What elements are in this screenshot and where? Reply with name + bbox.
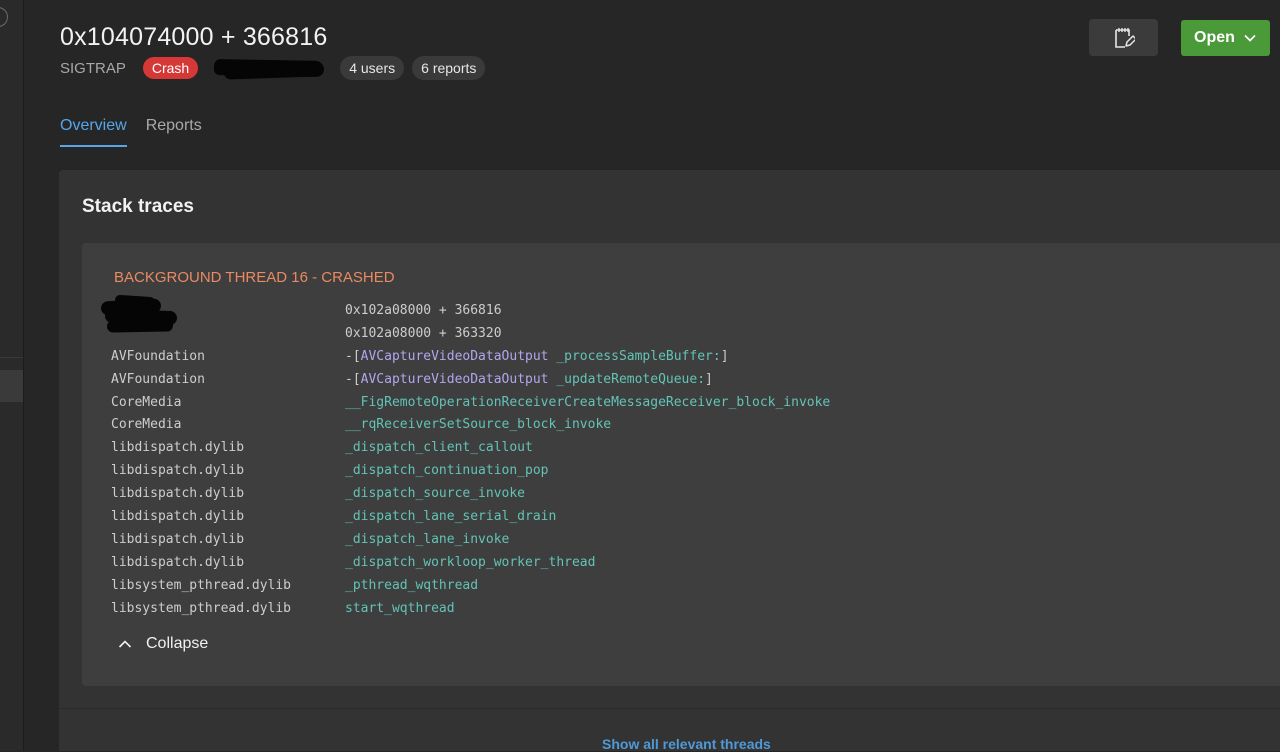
frame-symbol: 0x102a08000 + 366816 [345, 300, 502, 323]
tab-overview[interactable]: Overview [60, 117, 127, 147]
frame-symbol-part: _dispatch_lane_serial_drain [345, 509, 557, 525]
page-title: 0x104074000 + 366816 [60, 23, 328, 51]
frame-symbol: start_wqthread [345, 598, 455, 621]
frame-symbol-part: _dispatch_source_invoke [345, 486, 526, 502]
frame-symbol: __rqReceiverSetSource_block_invoke [345, 414, 611, 437]
frame-symbol: _dispatch_source_invoke [345, 483, 525, 506]
sidebar-divider [0, 357, 23, 358]
tab-reports[interactable]: Reports [146, 117, 202, 147]
collapse-label: Collapse [146, 635, 209, 652]
frame-symbol: _dispatch_continuation_pop [345, 460, 549, 483]
add-note-button[interactable] [1089, 19, 1158, 56]
notepad-edit-icon [1114, 27, 1135, 48]
frame-symbol-part: ] [705, 371, 713, 387]
frame-library: libdispatch.dylib [111, 486, 245, 502]
frame-library: libsystem_pthread.dylib [111, 600, 292, 616]
panel-divider [59, 708, 1280, 709]
frame-symbol: _dispatch_client_callout [345, 437, 533, 460]
redacted-label [212, 56, 326, 80]
frame-symbol: _pthread_wqthread [345, 575, 478, 598]
frame-symbol-part: -[ [345, 371, 361, 387]
frame-library: CoreMedia [111, 394, 182, 410]
frame-symbol-part: AVCaptureVideoDataOutput [360, 348, 549, 364]
frame-library: libdispatch.dylib [111, 531, 245, 547]
frame-symbol: -[AVCaptureVideoDataOutput _updateRemote… [345, 369, 713, 392]
users-count-badge: 4 users [340, 56, 405, 80]
open-button-label: Open [1194, 29, 1235, 46]
redacted-library-name [100, 294, 181, 334]
frame-symbol-part: ] [720, 348, 729, 364]
show-all-threads-link[interactable]: Show all relevant threads [602, 736, 771, 752]
sidebar-selected-item[interactable] [0, 370, 23, 402]
issue-meta-row: SIGTRAP Crash 4 users 6 reports [60, 56, 493, 80]
stack-traces-panel: Stack traces BACKGROUND THREAD 16 - CRAS… [59, 170, 1280, 752]
frame-symbol-part: _dispatch_continuation_pop [345, 463, 549, 479]
frame-library: libdispatch.dylib [111, 554, 245, 570]
frame-library: AVFoundation [111, 371, 205, 387]
chevron-down-icon [1244, 34, 1256, 42]
stack-traces-heading: Stack traces [82, 196, 194, 217]
frame-symbol: _dispatch_lane_invoke [345, 529, 509, 552]
frame-symbol: _dispatch_workloop_worker_thread [345, 552, 595, 575]
frame-symbol: 0x102a08000 + 363320 [345, 323, 502, 346]
frame-symbol-part: -[ [345, 348, 361, 364]
frame-symbol-part: _updateRemoteQueue: [548, 371, 706, 387]
frame-symbol-part: _dispatch_workloop_worker_thread [345, 554, 596, 570]
frame-symbol-part: _processSampleBuffer: [548, 348, 721, 364]
frame-symbol-part: _dispatch_lane_invoke [345, 531, 510, 547]
thread-title: BACKGROUND THREAD 16 - CRASHED [114, 269, 395, 286]
signal-label: SIGTRAP [60, 59, 126, 77]
tab-bar: Overview Reports [60, 117, 221, 147]
reports-count-badge: 6 reports [412, 56, 486, 80]
frame-symbol-part: 0x102a08000 + 363320 [345, 325, 502, 341]
frame-library: AVFoundation [111, 348, 205, 364]
frame-library: libsystem_pthread.dylib [111, 577, 292, 593]
frame-symbol: _dispatch_lane_serial_drain [345, 506, 556, 529]
frame-symbol-part: AVCaptureVideoDataOutput [360, 371, 549, 387]
frame-library: libdispatch.dylib [111, 440, 245, 456]
frame-symbol-part: __rqReceiverSetSource_block_invoke [345, 417, 612, 433]
frame-symbol-part: start_wqthread [345, 600, 455, 616]
frame-library: libdispatch.dylib [111, 463, 245, 479]
frame-library: libdispatch.dylib [111, 509, 245, 525]
frame-symbol: -[AVCaptureVideoDataOutput _processSampl… [345, 346, 729, 369]
frame-symbol: __FigRemoteOperationReceiverCreateMessag… [345, 392, 830, 415]
open-button[interactable]: Open [1181, 20, 1270, 56]
frame-library: CoreMedia [111, 417, 182, 433]
crash-badge: Crash [142, 57, 199, 79]
sidebar-toggle-icon[interactable] [0, 7, 8, 27]
thread-trace-card: BACKGROUND THREAD 16 - CRASHED 0x102a080… [82, 243, 1280, 686]
chevron-up-icon [118, 640, 132, 648]
frame-symbol-part: __FigRemoteOperationReceiverCreateMessag… [345, 394, 831, 410]
frame-symbol-part: _pthread_wqthread [345, 577, 479, 593]
frame-symbol-part: 0x102a08000 + 366816 [345, 303, 502, 318]
frame-symbol-part: _dispatch_client_callout [345, 440, 533, 456]
left-sidebar-rail [0, 0, 24, 751]
collapse-button[interactable]: Collapse [118, 635, 208, 653]
